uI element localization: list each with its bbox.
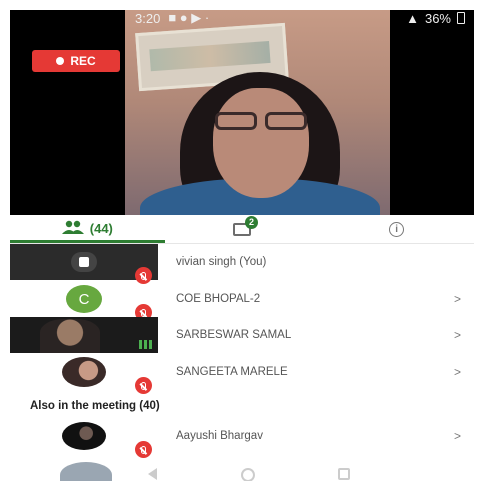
speaker-video [125, 10, 390, 215]
participant-tile [10, 354, 158, 394]
battery-icon [457, 12, 465, 24]
participant-row[interactable]: Aayushi Bhargav > [10, 418, 474, 458]
system-navbar [120, 468, 370, 481]
participant-tile [10, 418, 158, 458]
chat-icon: 2 [233, 216, 258, 236]
signal-icon: ▲ [406, 10, 419, 26]
notification-icons: ■ ● ▶ · [168, 10, 210, 25]
participant-row[interactable]: vivian singh (You) [10, 244, 474, 284]
participant-name: vivian singh (You) [176, 256, 267, 268]
meeting-tabs: (44) 2 i [10, 216, 474, 244]
chevron-right-icon[interactable]: > [454, 328, 474, 342]
participant-name: SANGEETA MARELE [176, 366, 288, 378]
participant-tile [10, 244, 158, 284]
info-icon: i [389, 222, 405, 237]
people-icon [61, 220, 84, 237]
chevron-right-icon[interactable]: > [454, 429, 474, 443]
rec-label: REC [70, 54, 96, 68]
participant-tile [10, 317, 158, 353]
participant-row[interactable]: SARBESWAR SAMAL > [10, 317, 474, 353]
participant-tile: C [10, 281, 158, 321]
home-icon[interactable] [240, 468, 255, 481]
chevron-right-icon[interactable]: > [454, 365, 474, 379]
tab-participants[interactable]: (44) [10, 216, 165, 243]
also-in-meeting-title: Also in the meeting (40) [30, 400, 160, 412]
status-bar: 3:20 ■ ● ▶ · ▲ 36% [135, 6, 475, 30]
avatar [62, 422, 106, 450]
avatar [40, 319, 100, 353]
participant-name: COE BHOPAL-2 [176, 293, 261, 305]
chat-badge: 2 [245, 216, 258, 229]
tab-info[interactable]: i [319, 216, 474, 243]
speaker-face [213, 88, 309, 198]
avatar: C [66, 285, 102, 313]
speaking-indicator-icon [139, 340, 152, 349]
participant-name: Aayushi Bhargav [176, 430, 263, 442]
video-feed[interactable]: REC [10, 10, 474, 215]
mic-icon [71, 252, 97, 272]
status-time: 3:20 [135, 10, 161, 26]
tab-chat[interactable]: 2 [165, 216, 320, 243]
participant-name: SARBESWAR SAMAL [176, 329, 292, 341]
mic-muted-icon [135, 377, 152, 394]
back-icon[interactable] [148, 468, 157, 480]
battery-percent: 36% [424, 10, 451, 26]
participants-count: (44) [89, 220, 113, 236]
participant-row[interactable]: C COE BHOPAL-2 > [10, 281, 474, 321]
record-icon [56, 57, 65, 65]
participant-row[interactable]: SANGEETA MARELE > [10, 354, 474, 394]
recents-icon[interactable] [338, 468, 350, 480]
mic-muted-icon [135, 441, 152, 458]
avatar [62, 357, 106, 387]
avatar [60, 462, 112, 481]
chevron-right-icon[interactable]: > [454, 292, 474, 306]
rec-badge: REC [32, 50, 120, 72]
